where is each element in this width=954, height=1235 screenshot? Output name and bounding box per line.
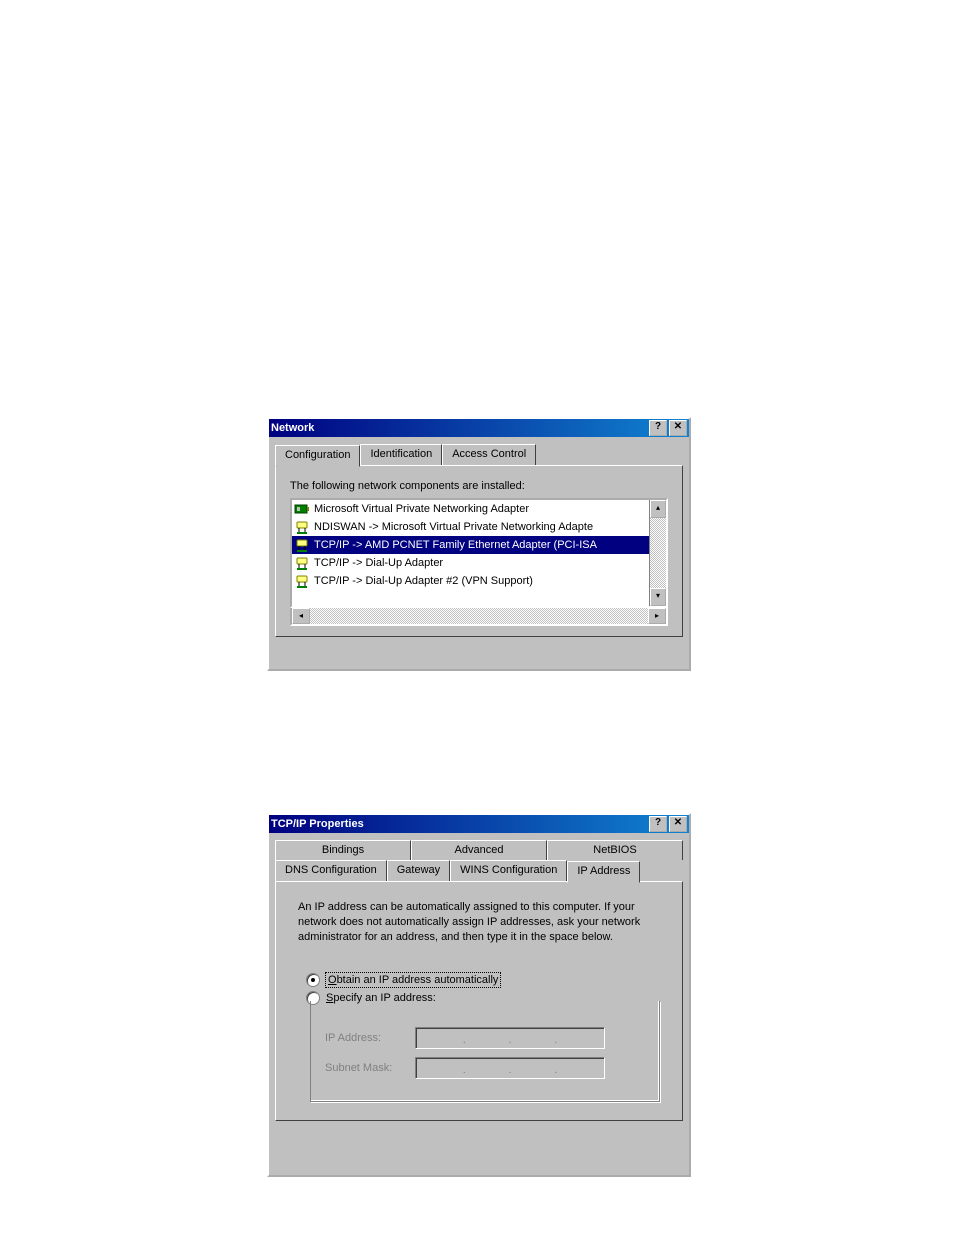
tab-configuration[interactable]: Configuration xyxy=(275,445,360,467)
list-item[interactable]: Microsoft Virtual Private Networking Ada… xyxy=(292,500,649,518)
list-item-label: TCP/IP -> Dial-Up Adapter #2 (VPN Suppor… xyxy=(314,575,533,587)
scroll-up-button[interactable]: ▴ xyxy=(650,500,666,518)
subnet-mask-label: Subnet Mask: xyxy=(325,1062,415,1074)
close-button[interactable]: ✕ xyxy=(669,420,687,436)
protocol-binding-icon xyxy=(294,519,310,535)
radio-obtain-automatically[interactable]: Obtain an IP address automatically xyxy=(306,973,660,987)
tab-netbios[interactable]: NetBIOS xyxy=(547,840,683,860)
tabpanel-ip-address: An IP address can be automatically assig… xyxy=(275,881,683,1121)
window-title: Network xyxy=(271,422,314,434)
tab-advanced[interactable]: Advanced xyxy=(411,840,547,860)
components-listbox[interactable]: Microsoft Virtual Private Networking Ada… xyxy=(290,498,668,608)
protocol-binding-icon xyxy=(294,573,310,589)
installed-components-label: The following network components are ins… xyxy=(290,480,668,492)
list-item[interactable]: TCP/IP -> Dial-Up Adapter xyxy=(292,554,649,572)
titlebar-tcpip[interactable]: TCP/IP Properties ? ✕ xyxy=(269,815,689,833)
scroll-track-h[interactable] xyxy=(310,608,648,624)
titlebar-network[interactable]: Network ? ✕ xyxy=(269,419,689,437)
list-item-label: TCP/IP -> Dial-Up Adapter xyxy=(314,557,443,569)
tab-access-control[interactable]: Access Control xyxy=(442,444,536,466)
protocol-binding-icon xyxy=(294,555,310,571)
scroll-track[interactable] xyxy=(650,518,666,588)
tab-dns-configuration[interactable]: DNS Configuration xyxy=(275,860,387,882)
list-item-label: Microsoft Virtual Private Networking Ada… xyxy=(314,503,529,515)
tabs-network: Configuration Identification Access Cont… xyxy=(275,443,683,465)
scroll-right-button[interactable]: ▸ xyxy=(648,608,666,624)
help-button[interactable]: ? xyxy=(649,816,667,832)
scroll-down-button[interactable]: ▾ xyxy=(650,588,666,606)
tab-bindings[interactable]: Bindings xyxy=(275,840,411,860)
network-dialog: Network ? ✕ Configuration Identification… xyxy=(267,417,691,671)
tcpip-properties-dialog: TCP/IP Properties ? ✕ Bindings Advanced … xyxy=(267,813,691,1177)
subnet-mask-field[interactable]: . . . xyxy=(415,1057,605,1079)
adapter-card-icon xyxy=(294,501,310,517)
listbox-vertical-scrollbar[interactable]: ▴ ▾ xyxy=(649,500,666,606)
scroll-left-button[interactable]: ◂ xyxy=(292,608,310,624)
listbox-horizontal-scrollbar[interactable]: ◂ ▸ xyxy=(290,608,668,626)
tabpanel-configuration: The following network components are ins… xyxy=(275,465,683,637)
tabs-tcpip-row2: DNS Configuration Gateway WINS Configura… xyxy=(275,859,683,881)
close-button[interactable]: ✕ xyxy=(669,816,687,832)
radio-indicator xyxy=(306,973,320,987)
list-item[interactable]: TCP/IP -> Dial-Up Adapter #2 (VPN Suppor… xyxy=(292,572,649,590)
help-button[interactable]: ? xyxy=(649,420,667,436)
list-item-label: NDISWAN -> Microsoft Virtual Private Net… xyxy=(314,521,593,533)
radio-label: Obtain an IP address automatically xyxy=(326,973,500,987)
tabs-tcpip-row1: Bindings Advanced NetBIOS xyxy=(275,839,683,859)
tab-ip-address[interactable]: IP Address xyxy=(567,861,640,883)
ip-address-label: IP Address: xyxy=(325,1032,415,1044)
tab-wins-configuration[interactable]: WINS Configuration xyxy=(450,860,567,882)
tab-identification[interactable]: Identification xyxy=(360,444,442,466)
list-item[interactable]: TCP/IP -> AMD PCNET Family Ethernet Adap… xyxy=(292,536,649,554)
list-item-label: TCP/IP -> AMD PCNET Family Ethernet Adap… xyxy=(314,539,597,551)
window-title: TCP/IP Properties xyxy=(271,818,364,830)
ip-address-field[interactable]: . . . xyxy=(415,1027,605,1049)
protocol-binding-icon xyxy=(294,537,310,553)
list-item[interactable]: NDISWAN -> Microsoft Virtual Private Net… xyxy=(292,518,649,536)
specify-address-group: IP Address: . . . Subnet Mask: . . . xyxy=(310,1001,660,1102)
ip-blurb: An IP address can be automatically assig… xyxy=(298,900,658,945)
tab-gateway[interactable]: Gateway xyxy=(387,860,450,882)
